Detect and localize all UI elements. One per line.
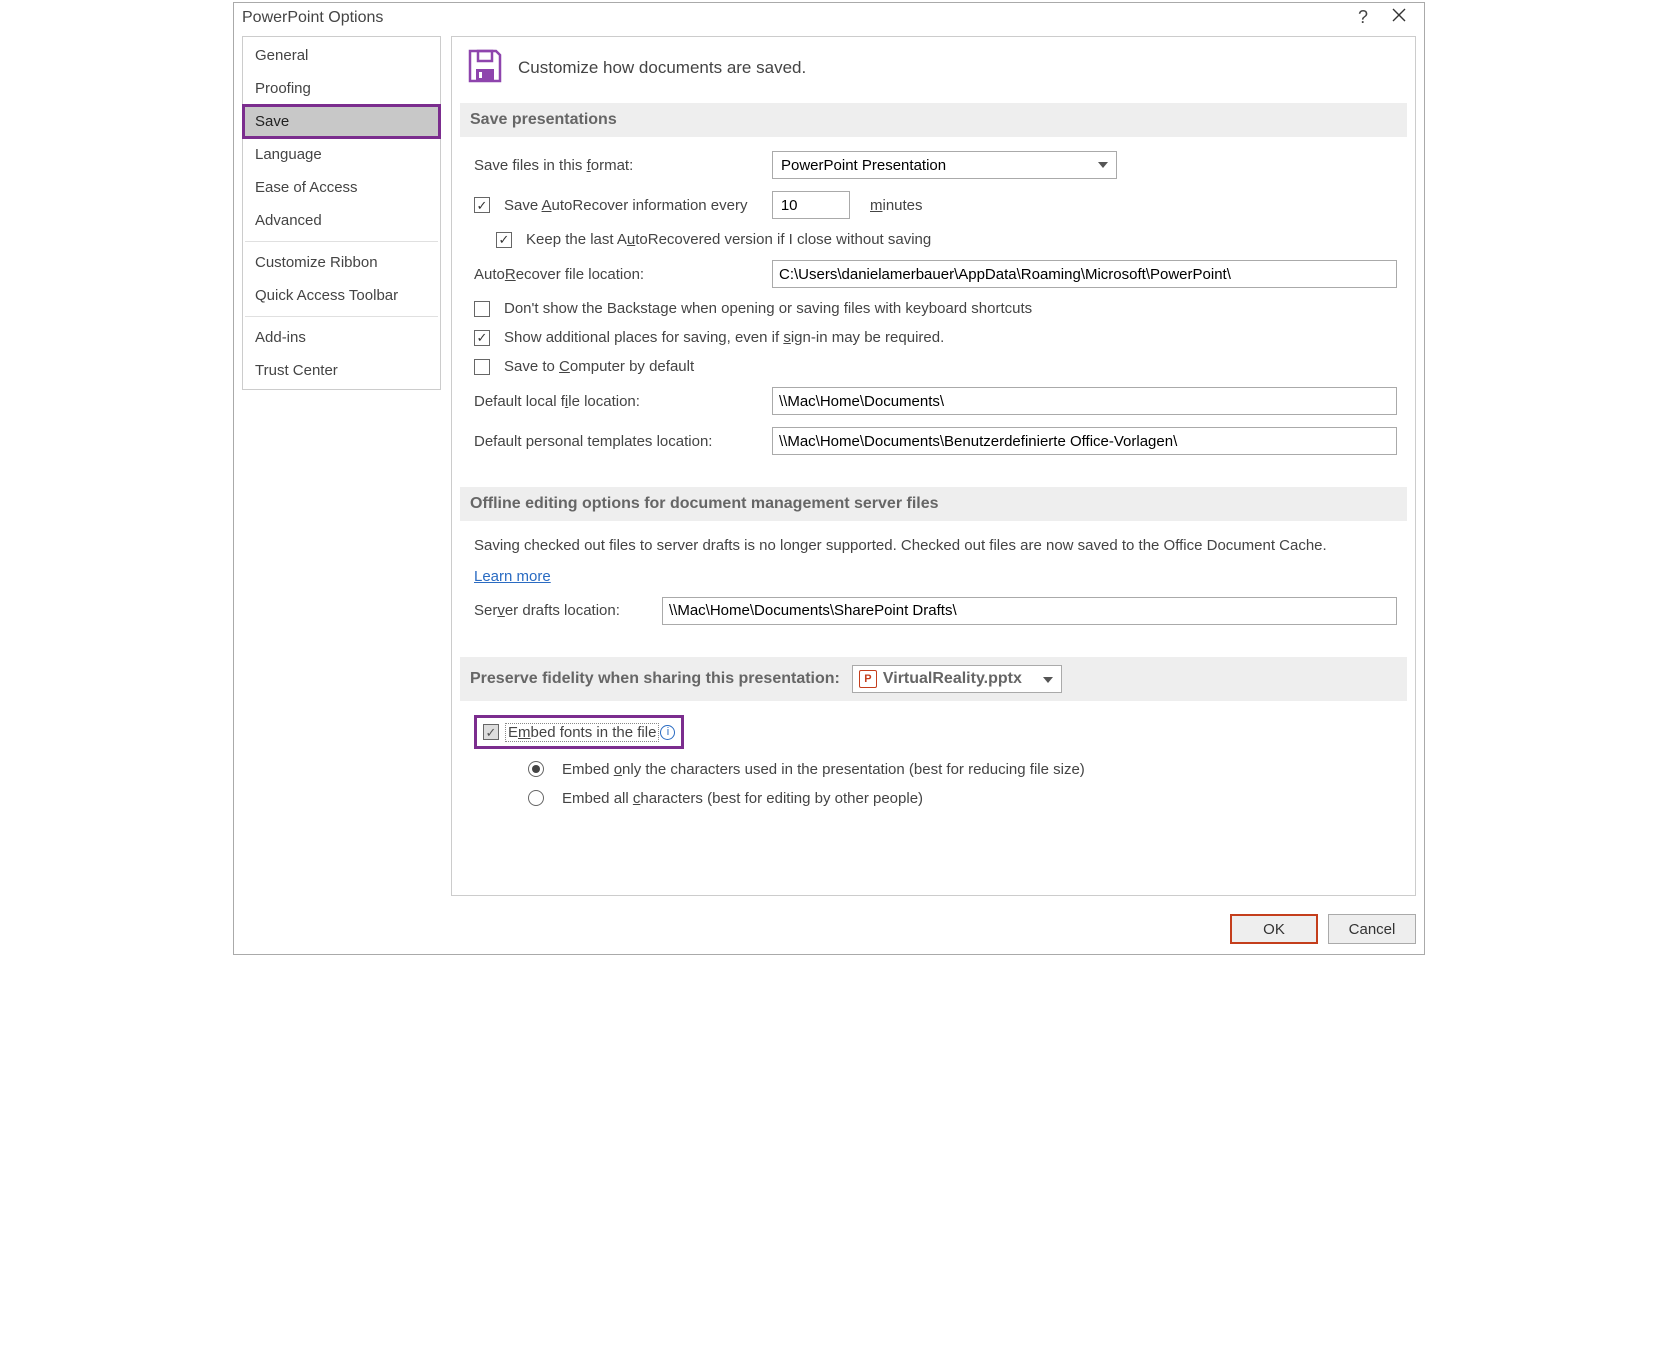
save-computer-checkbox[interactable] <box>474 359 490 375</box>
powerpoint-file-icon: P <box>859 670 877 688</box>
page-title: Customize how documents are saved. <box>518 58 806 78</box>
sidebar-item-general[interactable]: General <box>243 39 440 72</box>
offline-note: Saving checked out files to server draft… <box>474 535 1397 558</box>
embed-fonts-highlight: Embed fonts in the file i <box>474 715 684 749</box>
sidebar-separator <box>245 241 438 242</box>
learn-more-link[interactable]: Learn more <box>474 568 551 585</box>
options-dialog: PowerPoint Options ? General Proofing Sa… <box>233 2 1425 955</box>
close-icon <box>1392 8 1406 22</box>
dont-backstage-label: Don't show the Backstage when opening or… <box>504 300 1032 317</box>
dont-backstage-checkbox[interactable] <box>474 301 490 317</box>
dialog-title: PowerPoint Options <box>242 9 1344 27</box>
autorecover-label: Save AutoRecover information every <box>504 197 747 214</box>
show-places-label: Show additional places for saving, even … <box>504 329 944 346</box>
keep-last-checkbox[interactable] <box>496 232 512 248</box>
autorecover-location-input[interactable] <box>772 260 1397 288</box>
sidebar-item-ease-of-access[interactable]: Ease of Access <box>243 171 440 204</box>
server-drafts-input[interactable] <box>662 597 1397 625</box>
sidebar-item-customize-ribbon[interactable]: Customize Ribbon <box>243 246 440 279</box>
sidebar-item-trust-center[interactable]: Trust Center <box>243 354 440 387</box>
save-icon <box>466 47 504 89</box>
save-format-combo[interactable]: PowerPoint Presentation <box>772 151 1117 179</box>
info-icon[interactable]: i <box>660 725 675 740</box>
default-local-input[interactable] <box>772 387 1397 415</box>
section-fidelity: Preserve fidelity when sharing this pres… <box>460 657 1407 701</box>
sidebar-item-proofing[interactable]: Proofing <box>243 72 440 105</box>
sidebar-item-language[interactable]: Language <box>243 138 440 171</box>
embed-all-label: Embed all characters (best for editing b… <box>562 790 923 807</box>
sidebar-item-save[interactable]: Save <box>243 105 440 138</box>
autorecover-minutes-input[interactable] <box>772 191 850 219</box>
sidebar-item-advanced[interactable]: Advanced <box>243 204 440 237</box>
server-drafts-label: Server drafts location: <box>474 602 620 619</box>
embed-fonts-label: Embed fonts in the file <box>508 724 656 741</box>
help-button[interactable]: ? <box>1344 7 1382 28</box>
embed-all-radio[interactable] <box>528 790 544 806</box>
embed-fonts-checkbox[interactable] <box>483 724 499 740</box>
ok-button[interactable]: OK <box>1230 914 1318 944</box>
show-places-checkbox[interactable] <box>474 330 490 346</box>
sidebar-item-quick-access-toolbar[interactable]: Quick Access Toolbar <box>243 279 440 312</box>
close-button[interactable] <box>1382 8 1416 27</box>
embed-only-used-radio[interactable] <box>528 761 544 777</box>
sidebar: General Proofing Save Language Ease of A… <box>242 36 441 390</box>
cancel-button[interactable]: Cancel <box>1328 914 1416 944</box>
sidebar-item-add-ins[interactable]: Add-ins <box>243 321 440 354</box>
titlebar: PowerPoint Options ? <box>234 3 1424 36</box>
autorecover-unit: minutes <box>870 197 923 214</box>
autorecover-checkbox[interactable] <box>474 197 490 213</box>
content-pane: Customize how documents are saved. Save … <box>451 36 1416 896</box>
keep-last-label: Keep the last AutoRecovered version if I… <box>526 231 931 248</box>
presentation-selector[interactable]: P VirtualReality.pptx <box>852 665 1062 693</box>
default-templates-label: Default personal templates location: <box>474 433 712 450</box>
dialog-footer: OK Cancel <box>234 906 1424 954</box>
save-computer-label: Save to Computer by default <box>504 358 694 375</box>
autorecover-location-label: AutoRecover file location: <box>474 266 644 283</box>
default-templates-input[interactable] <box>772 427 1397 455</box>
default-local-label: Default local file location: <box>474 393 640 410</box>
sidebar-separator <box>245 316 438 317</box>
embed-only-used-label: Embed only the characters used in the pr… <box>562 761 1085 778</box>
fidelity-title: Preserve fidelity when sharing this pres… <box>470 670 840 688</box>
presentation-name: VirtualReality.pptx <box>883 670 1022 688</box>
section-save-presentations: Save presentations <box>460 103 1407 137</box>
section-offline: Offline editing options for document man… <box>460 487 1407 521</box>
page-header: Customize how documents are saved. <box>460 43 1407 103</box>
format-label: Save files in this format: <box>474 157 633 174</box>
